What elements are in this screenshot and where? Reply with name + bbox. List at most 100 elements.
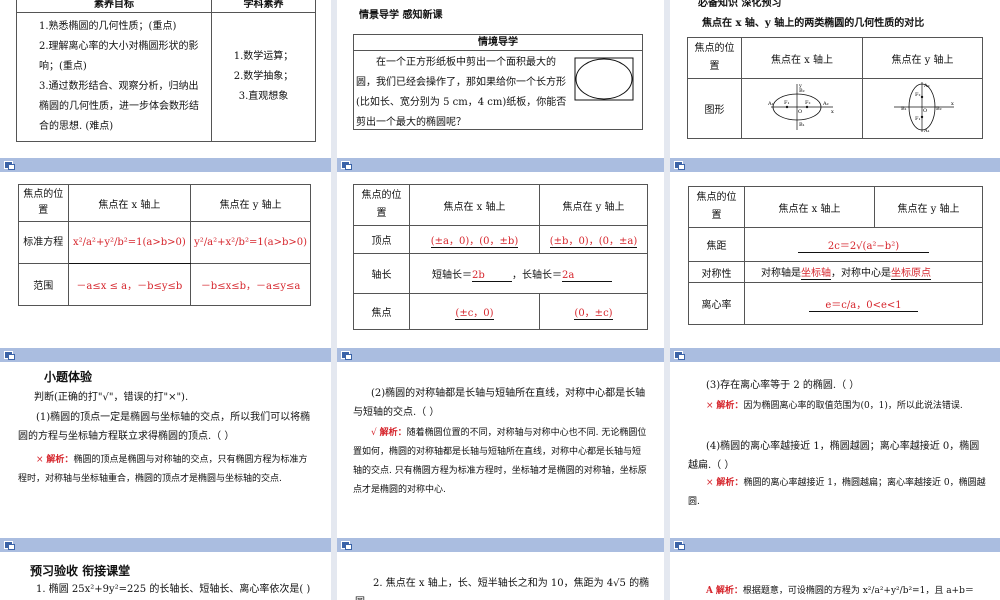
slide-header-bar [337,158,664,172]
svg-text:B₁: B₁ [799,122,805,128]
answer-4: × 解析：椭圆的离心率越接近 1，椭圆越扁；离心率越接近 0，椭圆越圆. [688,474,986,512]
question-4: (4)椭圆的离心率越接近 1，椭圆越圆；离心率越接近 0，椭圆越扁.（ ） [688,441,980,471]
svg-text:y: y [798,83,802,89]
question-3: (3)存在离心率等于 2 的椭圆.（ ） [706,380,860,391]
analysis-text: 根据题意，可设椭圆的方程为 x²/a²+y²/b²=1，且 a+b＝ [742,586,974,596]
slide-1: 素养目标 学科素养 1.熟悉椭圆的几何性质；(重点) 2.理解离心率的大小对椭圆… [0,0,331,158]
situation-text: 在一个正方形纸板中剪出一个面积最大的圆，我们已经会操作了，那如果给你一个长方形(… [356,57,567,128]
exercise-intro: 判断(正确的打"√"，错误的打"×"). [34,392,189,403]
slide-header-bar [0,348,331,362]
position-header: 焦点的位置 [687,37,742,79]
slide-12: A 解析：根据题意，可设椭圆的方程为 x²/a²+y²/b²=1，且 a+b＝ [670,552,1000,600]
section-heading: 情景导学 感知新课 [359,10,443,21]
focal-symmetry-eccentricity-table: 焦点的位置 焦点在 x 轴上 焦点在 y 轴上 焦距 2c＝2√(a²−b²) … [688,186,983,325]
figure-label: 图形 [687,78,742,139]
answer-1: × 解析：椭圆的顶点是椭圆与对称轴的交点，只有椭圆方程为标准方程时，对称轴与坐标… [18,451,314,489]
answer-2: √ 解析：随着椭圆位置的不同，对称轴与对称中心也不同. 无论椭圆位置如何，椭圆的… [353,424,648,500]
literacy-cell: 1.数学运算； 2.数学抽象； 3.直观想象 [211,12,316,142]
x-axis-header: 焦点在 x 轴上 [744,186,875,228]
svg-text:x: x [951,101,954,107]
range-x: －a≤x ≤ a，－b≤y≤b [67,263,192,306]
rectangle-ellipse-figure [574,57,634,101]
x-axis-header: 焦点在 x 轴上 [67,184,192,222]
preview-question-1: 1. 椭圆 25x²+9y²=225 的长轴长、短轴长、离心率依次是( ) [36,584,311,595]
wrong-mark: × [36,455,44,465]
svg-text:F₂: F₂ [915,92,920,98]
exercise-title: 小题体验 [44,370,93,384]
slide-header-bar [670,158,1000,172]
range-label: 范围 [18,263,69,306]
x-axis-header: 焦点在 x 轴上 [409,184,540,226]
symmetry-prefix: 对称轴是 [761,268,801,279]
question-1: (1)椭圆的顶点一定是椭圆与坐标轴的交点，所以我们可以将椭圆的方程与坐标轴方程联… [18,412,311,442]
ellipse-x-figure-cell: A₁ A₂ B₂ B₁ F₁ F₂ O x y [741,78,863,139]
situation-title: 情境导学 [354,35,642,51]
analysis-text: 随着椭圆位置的不同，对称轴与对称中心也不同. 无论椭圆位置如何，椭圆的对称轴都是… [353,428,647,495]
slide-4: 焦点的位置 焦点在 x 轴上 焦点在 y 轴上 标准方程 x²/a²+y²/b²… [0,172,331,348]
goal-1: 1.熟悉椭圆的几何性质；(重点) [39,21,177,32]
focus-x: (±c，0) [455,304,494,320]
situation-box: 情境导学 在一个正方形纸板中剪出一个面积最大的圆，我们已经会操作了，那如果给你一… [353,34,643,130]
section-heading: 必备知识 深化预习 [698,0,782,9]
svg-text:F₁: F₁ [784,100,789,106]
focal-distance-label: 焦距 [688,227,745,262]
vertex-axis-focus-table: 焦点的位置 焦点在 x 轴上 焦点在 y 轴上 顶点 (±a，0)，(0，±b)… [353,184,648,330]
goal-2: 2.理解离心率的大小对椭圆形状的影响；(重点) [39,41,199,72]
vertex-x: (±a，0)，(0，±b) [430,232,519,248]
svg-text:F₂: F₂ [805,100,810,106]
slide-header-bar [337,538,664,552]
position-header: 焦点的位置 [18,184,69,222]
answer-choice: A [706,586,713,596]
svg-text:A₂: A₂ [822,101,829,107]
focal-distance-cell: 2c＝2√(a²−b²) [744,227,983,262]
slide-11: 2. 焦点在 x 轴上，长、短半轴长之和为 10，焦距为 4√5 的椭圆 [337,552,664,600]
symmetry-axis: 坐标轴 [801,264,831,280]
focal-distance-value: 2c＝2√(a²−b²) [797,237,930,253]
goals-cell: 1.熟悉椭圆的几何性质；(重点) 2.理解离心率的大小对椭圆形状的影响；(重点)… [16,12,212,142]
slide-5: 焦点的位置 焦点在 x 轴上 焦点在 y 轴上 顶点 (±a，0)，(0，±b)… [337,172,664,348]
position-header: 焦点的位置 [688,186,745,228]
short-axis-text: 短轴长＝ [432,269,472,281]
equation-x: x²/a²+y²/b²=1(a>b>0) [67,221,192,264]
goals-table: 素养目标 学科素养 1.熟悉椭圆的几何性质；(重点) 2.理解离心率的大小对椭圆… [16,0,316,142]
svg-text:O: O [798,109,802,115]
svg-text:x: x [831,109,834,115]
symmetry-cell: 对称轴是坐标轴，对称中心是坐标原点 [744,261,983,283]
slide-10: 预习验收 衔接课堂 1. 椭圆 25x²+9y²=225 的长轴长、短轴长、离心… [0,552,331,600]
question-2: (2)椭圆的对称轴都是长轴与短轴所在直线，对称中心都是长轴与短轴的交点.（ ） [353,388,646,418]
range-y: －b≤x≤b，－a≤y≤a [190,263,311,306]
figure-table: 焦点的位置 焦点在 x 轴上 焦点在 y 轴上 图形 A₁ A₂ B₂ B₁ F… [687,37,983,139]
svg-text:A₂: A₂ [923,83,930,89]
analysis-label: 解析： [379,428,407,438]
slide-8: (2)椭圆的对称轴都是长轴与短轴所在直线，对称中心都是长轴与短轴的交点.（ ） … [337,362,664,538]
focus-x-cell: (±c，0) [409,293,540,330]
preview-title: 预习验收 衔接课堂 [30,564,131,578]
symmetry-mid: ，对称中心是 [831,268,891,279]
ellipse-y-figure-cell: A₂ A₁ B₁ B₂ F₂ F₁ O x [862,78,983,139]
answer-3: × 解析：因为椭圆离心率的取值范围为(0，1)，所以此说法错误. [688,397,986,416]
analysis-label: 解析： [716,478,744,488]
svg-text:B₁: B₁ [901,106,907,112]
slide-9: (3)存在离心率等于 2 的椭圆.（ ） × 解析：因为椭圆离心率的取值范围为(… [670,362,1000,538]
goal-3: 3.通过数形结合、观察分析，归纳出椭圆的几何性质，进一步体会数形结合的思想. (… [39,81,199,132]
slide-header-bar [337,348,664,362]
vertex-y: (±b，0)，(0，±a) [549,232,638,248]
axis-length-label: 轴长 [353,253,410,294]
slide-header-bar [670,538,1000,552]
preview-answer: A 解析：根据题意，可设椭圆的方程为 x²/a²+y²/b²=1，且 a+b＝ [688,582,998,600]
goals-header: 素养目标 [16,0,212,13]
eccentricity-value: e＝c/a，0<e<1 [809,296,918,312]
y-axis-header: 焦点在 y 轴上 [539,184,648,226]
x-axis-header: 焦点在 x 轴上 [741,37,863,79]
symmetry-center: 坐标原点 [891,264,931,280]
focus-y: (0，±c) [574,304,613,320]
preview-question-2: 2. 焦点在 x 轴上，长、短半轴长之和为 10，焦距为 4√5 的椭圆 [355,578,650,600]
analysis-label: 解析： [715,586,743,596]
literacy-1: 1.数学运算； [233,51,294,62]
focus-label: 焦点 [353,293,410,330]
analysis-text: 因为椭圆离心率的取值范围为(0，1)，所以此说法错误. [743,401,963,411]
vertex-label: 顶点 [353,225,410,254]
svg-text:F₁: F₁ [915,116,920,122]
svg-text:O: O [923,108,927,114]
ellipse-x-figure: A₁ A₂ B₂ B₁ F₁ F₂ O x y [767,83,834,130]
